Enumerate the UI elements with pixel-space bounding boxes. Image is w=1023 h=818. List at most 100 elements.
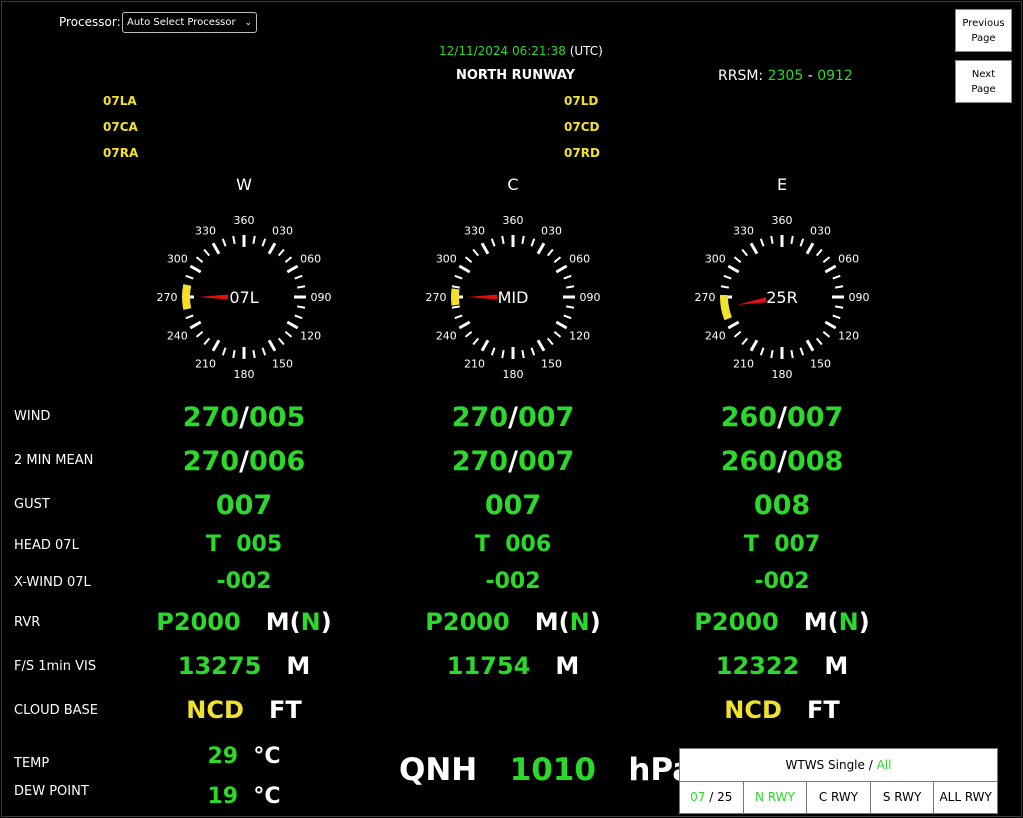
rvr-trend: N	[569, 608, 590, 636]
tab-n-rwy[interactable]: N RWY	[744, 781, 808, 813]
dial-minor-tick	[185, 314, 194, 320]
wtws-mode-toggle[interactable]: WTWS Single / All	[680, 749, 997, 782]
dew-number: 19	[207, 784, 239, 809]
dial-major-tick	[480, 339, 490, 352]
tab-25-label: / 25	[709, 790, 733, 804]
qnh-readout: QNH 1010 hPa	[399, 752, 693, 788]
label-visibility: F/S 1min VIS	[14, 659, 97, 674]
rvr-unit: M	[803, 608, 828, 636]
dial-tick-label: 360	[503, 214, 524, 227]
dial-minor-tick	[297, 285, 306, 289]
wind-speed: 007	[786, 402, 844, 433]
crosswind-value-e: -002	[754, 569, 810, 594]
visibility-value-e: 12322 M	[682, 652, 882, 680]
gust-value-w: 007	[215, 490, 273, 521]
dial-tick-label: 060	[838, 253, 859, 266]
cloud-base-unit: FT	[806, 696, 840, 724]
visibility-value-c: 11754 M	[413, 652, 613, 680]
dial-major-tick	[267, 242, 277, 255]
wtws-all-label: All	[876, 758, 892, 772]
dial-tick-label: 240	[705, 330, 726, 343]
tab-all-rwy[interactable]: ALL RWY	[934, 781, 997, 813]
dial-major-tick	[727, 320, 740, 330]
sensor-code-right: 07RD	[564, 146, 600, 160]
mean-speed: 008	[786, 446, 844, 477]
mean-wind-value-e: 260/008	[720, 446, 844, 477]
next-page-button[interactable]: Next Page	[955, 60, 1012, 103]
label-rvr: RVR	[14, 615, 41, 630]
dial-minor-tick	[815, 248, 823, 257]
temp-unit: °C	[253, 744, 281, 769]
dial-major-tick	[805, 339, 815, 352]
dial-minor-tick	[232, 235, 236, 244]
dial-minor-tick	[294, 314, 303, 320]
dial-major-tick	[536, 339, 546, 352]
dial-tick-label: 180	[772, 368, 793, 381]
dial-tick-label: 150	[810, 358, 831, 371]
dial-tick-label: 030	[810, 224, 831, 237]
dial-minor-tick	[759, 347, 765, 356]
previous-page-label-line1: Previous	[962, 17, 1005, 29]
dew-point-value: 19 °C	[194, 784, 294, 809]
dial-tick-label: 210	[733, 358, 754, 371]
dial-tick-label: 120	[838, 330, 859, 343]
processor-select[interactable]: Auto Select Processor ⌄	[122, 12, 257, 33]
dial-tick-label: 090	[580, 291, 601, 304]
dial-major-tick	[211, 339, 221, 352]
dial-center-label: 25R	[766, 288, 797, 307]
rvr-value: P2000	[156, 608, 241, 636]
temp-number: 29	[207, 744, 239, 769]
dial-minor-tick	[501, 235, 505, 244]
dial-minor-tick	[472, 248, 480, 257]
dial-minor-tick	[720, 285, 729, 289]
dial-major-tick	[749, 242, 759, 255]
headwind-value-c: T 006	[413, 532, 613, 557]
dial-minor-tick	[759, 238, 765, 247]
cloud-base-value-e: NCD FT	[682, 696, 882, 724]
sensor-code-right: 07LD	[564, 94, 599, 108]
previous-page-label-line2: Page	[971, 32, 996, 44]
column-header-e: E	[776, 175, 788, 194]
wtws-panel: WTWS Single / All 07 / 25 N RWY C RWY S …	[679, 748, 998, 814]
tab-07-25[interactable]: 07 / 25	[680, 781, 744, 813]
dial-major-tick	[458, 264, 471, 274]
dial-minor-tick	[284, 330, 293, 338]
dial-tick-label: 300	[167, 253, 188, 266]
dial-tick-label: 270	[695, 291, 716, 304]
label-wind: WIND	[14, 409, 51, 424]
previous-page-button[interactable]: Previous Page	[955, 9, 1012, 52]
dial-tick-label: 120	[569, 330, 590, 343]
tab-c-rwy[interactable]: C RWY	[807, 781, 871, 813]
dial-major-tick	[480, 242, 490, 255]
label-crosswind: X-WIND 07L	[14, 575, 91, 590]
dial-minor-tick	[294, 274, 303, 280]
dial-major-tick	[458, 320, 471, 330]
visibility-value: 11754	[446, 652, 531, 680]
tab-07-label: 07	[690, 790, 706, 804]
timestamp: 12/11/2024 06:21:38 (UTC)	[439, 44, 603, 58]
rrsm-label: RRSM:	[718, 68, 764, 84]
timestamp-value: 12/11/2024 06:21:38	[439, 44, 566, 58]
dial-tick-label: 030	[272, 224, 293, 237]
headwind-value: 006	[505, 532, 552, 557]
dial-minor-tick	[261, 238, 267, 247]
dial-minor-tick	[790, 235, 794, 244]
rrsm-start: 2305	[767, 68, 804, 84]
tab-s-rwy[interactable]: S RWY	[871, 781, 935, 813]
dial-minor-tick	[835, 305, 844, 309]
mean-direction: 270	[182, 446, 240, 477]
rvr-value: P2000	[694, 608, 779, 636]
dial-minor-tick	[221, 238, 227, 247]
temp-value: 29 °C	[194, 744, 294, 769]
dial-major-tick	[267, 339, 277, 352]
rvr-value-c: P2000 M(N)	[425, 608, 601, 636]
wind-dial-west: 360 030 060 090 120 150 180 210 240 270 300 330 07L	[157, 214, 332, 381]
dial-tick-label: 180	[503, 368, 524, 381]
dial-tick-label: 270	[157, 291, 178, 304]
dial-minor-tick	[252, 235, 256, 244]
visibility-unit: M	[286, 652, 311, 680]
dial-minor-tick	[546, 337, 554, 346]
wind-value-e: 260/007	[720, 402, 844, 433]
label-gust: GUST	[14, 497, 50, 512]
dial-minor-tick	[733, 256, 742, 264]
